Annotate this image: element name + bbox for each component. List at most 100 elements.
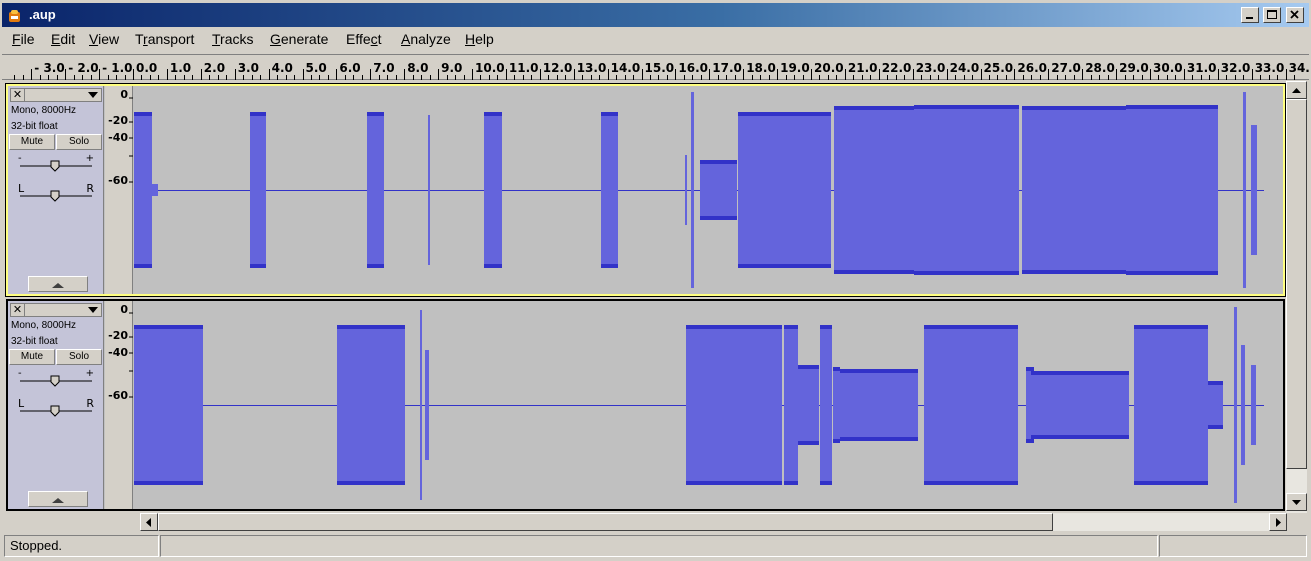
waveform-peak-edge [1134, 481, 1208, 485]
pan-slider[interactable]: L R [18, 397, 94, 417]
close-track-icon[interactable]: ✕ [11, 304, 25, 316]
close-window-button[interactable] [1286, 7, 1304, 23]
db-label: -40 [108, 131, 128, 144]
waveform-clip [1022, 106, 1127, 274]
scroll-right-button[interactable] [1269, 513, 1287, 531]
ruler-label: 3.0 [238, 61, 259, 75]
horizontal-scroll-thumb[interactable] [158, 513, 1053, 531]
timeline-ruler[interactable]: - 3.0 - 2.0 - 1.0 0.0 1.0 2.0 3.0 4.0 5.0 6.0 7.0 8… [2, 54, 1311, 80]
menu-view[interactable]: View [89, 31, 119, 47]
gain-slider[interactable]: - + [18, 153, 94, 172]
waveform-clip [840, 369, 918, 441]
menu-file[interactable]: File [12, 31, 35, 47]
ruler-label: 1.0 [170, 61, 191, 75]
track-menu-dropdown-icon[interactable] [88, 92, 98, 98]
ruler-label: 22.0 [882, 61, 912, 75]
waveform-peak-edge [1022, 270, 1127, 274]
waveform-clip [1251, 125, 1257, 255]
pan-slider[interactable]: L R [18, 182, 94, 202]
collapse-track-button[interactable] [28, 491, 88, 507]
waveform-clip [691, 92, 694, 288]
ruler-label: 7.0 [373, 61, 394, 75]
waveform-clip [152, 184, 158, 196]
waveform-display[interactable] [134, 86, 1283, 294]
waveform-peak-edge [820, 325, 832, 329]
waveform-peak-edge [924, 325, 1018, 329]
gain-slider-thumb[interactable] [50, 375, 60, 387]
status-text: Stopped. [4, 535, 159, 557]
maximize-button[interactable] [1263, 7, 1281, 23]
gain-slider[interactable]: - + [18, 368, 94, 387]
solo-button[interactable]: Solo [56, 134, 102, 150]
audio-track-2[interactable]: ✕ Mono, 8000Hz 32-bit float Mute Solo - … [6, 299, 1285, 511]
track-menu-dropdown-icon[interactable] [88, 307, 98, 313]
waveform-clip [420, 310, 422, 500]
mute-button[interactable]: Mute [9, 134, 55, 150]
horizontal-scrollbar[interactable] [140, 513, 1287, 531]
track-name-menu[interactable]: ✕ [10, 303, 102, 317]
waveform-peak-edge [738, 112, 776, 116]
waveform-clip [738, 112, 776, 268]
waveform-peak-edge [250, 112, 266, 116]
menu-edit[interactable]: Edit [51, 31, 75, 47]
ruler-label: 12.0 [543, 61, 573, 75]
waveform-display[interactable] [134, 301, 1283, 509]
waveform-peak-edge [798, 441, 819, 445]
waveform-peak-edge [834, 270, 914, 274]
db-label: -20 [108, 114, 128, 127]
ruler-label: 30.0 [1153, 61, 1183, 75]
scroll-left-button[interactable] [140, 513, 158, 531]
waveform-peak-edge [134, 481, 203, 485]
waveform-peak-edge [484, 112, 502, 116]
waveform-peak-edge [134, 325, 203, 329]
waveform-peak-edge [686, 325, 782, 329]
vertical-scroll-thumb[interactable] [1286, 99, 1307, 469]
waveform-clip [134, 112, 152, 268]
waveform-peak-edge [367, 112, 384, 116]
mute-button[interactable]: Mute [9, 349, 55, 365]
waveform-peak-edge [840, 369, 918, 373]
menu-tracks[interactable]: Tracks [212, 31, 254, 47]
menu-help[interactable]: Help [465, 31, 494, 47]
scroll-down-button[interactable] [1286, 493, 1307, 511]
waveform-peak-edge [484, 264, 502, 268]
ruler-label: 4.0 [272, 61, 293, 75]
close-track-icon[interactable]: ✕ [11, 89, 25, 101]
tracks-area: ✕ Mono, 8000Hz 32-bit float Mute Solo - … [2, 81, 1285, 513]
ruler-label: 33.0 [1255, 61, 1285, 75]
waveform-peak-edge [367, 264, 384, 268]
ruler-label: 29.0 [1119, 61, 1149, 75]
waveform-peak-edge [820, 481, 832, 485]
waveform-peak-edge [700, 216, 737, 220]
menu-analyze[interactable]: Analyze [401, 31, 451, 47]
waveform-clip [914, 105, 1019, 275]
gain-slider-thumb[interactable] [50, 160, 60, 172]
waveform-clip [784, 325, 798, 485]
audio-track-1[interactable]: ✕ Mono, 8000Hz 32-bit float Mute Solo - … [6, 84, 1285, 296]
waveform-peak-edge [337, 481, 405, 485]
track-format: Mono, 8000Hz [11, 320, 77, 331]
minimize-button[interactable] [1241, 7, 1259, 23]
scroll-up-button[interactable] [1286, 81, 1307, 99]
waveform-clip [834, 106, 914, 274]
waveform-peak-edge [686, 481, 782, 485]
track-name-menu[interactable]: ✕ [10, 88, 102, 102]
menu-transport[interactable]: Transport [135, 31, 194, 47]
ruler-label: 24.0 [950, 61, 980, 75]
waveform-peak-edge [134, 112, 152, 116]
pan-slider-thumb[interactable] [50, 190, 60, 202]
pan-slider-thumb[interactable] [50, 405, 60, 417]
waveform-clip [700, 160, 737, 220]
ruler-label: 13.0 [577, 61, 607, 75]
ruler-label: 2.0 [204, 61, 225, 75]
db-label: -20 [108, 329, 128, 342]
ruler-label: 10.0 [475, 61, 505, 75]
waveform-peak-edge [776, 112, 831, 116]
vertical-scrollbar[interactable] [1286, 81, 1307, 513]
solo-button[interactable]: Solo [56, 349, 102, 365]
db-label: 0 [120, 303, 128, 316]
menu-effect[interactable]: Effect [346, 31, 382, 47]
menu-generate[interactable]: Generate [270, 31, 328, 47]
collapse-track-button[interactable] [28, 276, 88, 292]
ruler-label: 23.0 [916, 61, 946, 75]
